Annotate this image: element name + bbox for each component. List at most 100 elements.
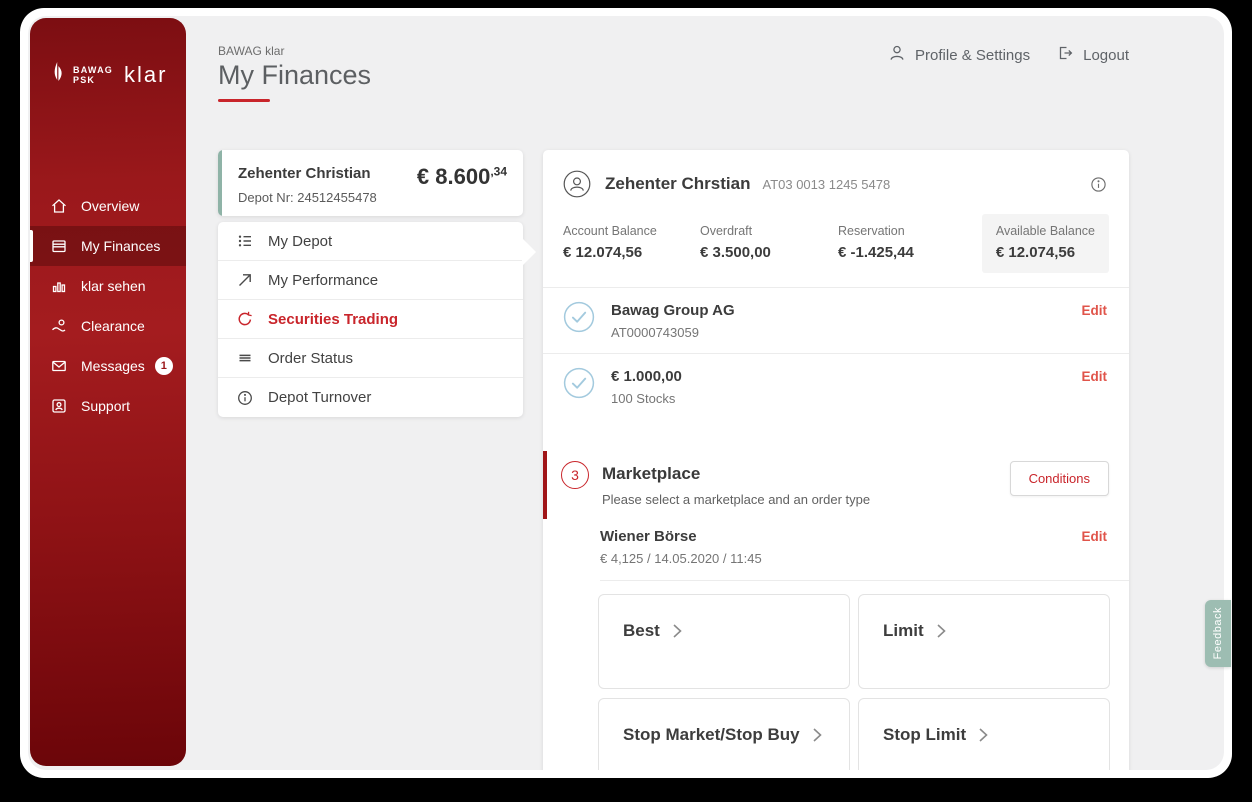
sidebar-item-label: klar sehen — [81, 278, 146, 294]
sidebar-item-clearance[interactable]: Clearance — [30, 306, 186, 346]
profile-settings-button[interactable]: Profile & Settings — [888, 44, 1030, 66]
conditions-button[interactable]: Conditions — [1009, 461, 1109, 496]
depot-number: Depot Nr: 24512455478 — [238, 190, 377, 205]
support-icon — [50, 397, 68, 415]
account-header: Zehenter Chrstian AT03 0013 1245 5478 — [543, 150, 1129, 198]
balance-overdraft: Overdraft € 3.500,00 — [700, 224, 771, 261]
menu-item-label: My Depot — [268, 232, 333, 250]
sidebar-item-label: Overview — [81, 198, 140, 214]
header-actions: Profile & Settings Logout — [888, 44, 1129, 66]
sidebar-item-label: Clearance — [81, 318, 145, 334]
divider — [600, 580, 1129, 581]
marketplace-selection-row: Wiener Börse € 4,125 / 14.05.2020 / 11:4… — [543, 515, 1129, 580]
step-title: Bawag Group AG — [611, 302, 735, 319]
page-title: My Finances — [218, 60, 372, 90]
step-row-amount: € 1.000,00 100 Stocks Edit — [543, 353, 1129, 419]
home-icon — [50, 197, 68, 215]
order-type-stop-market[interactable]: Stop Market/Stop Buy — [598, 698, 850, 770]
edit-amount-link[interactable]: Edit — [1082, 369, 1108, 384]
profile-settings-label: Profile & Settings — [915, 46, 1031, 64]
menu-item-label: Depot Turnover — [268, 389, 372, 406]
refresh-icon — [236, 310, 254, 328]
menu-item-my-depot[interactable]: My Depot — [218, 222, 523, 261]
logo-line2: PSK — [73, 75, 96, 85]
avatar-icon — [563, 170, 591, 198]
balance-reservation: Reservation € -1.425,44 — [838, 224, 914, 261]
envelope-icon — [50, 357, 68, 375]
feedback-tab[interactable]: Feedback — [1205, 600, 1231, 667]
trend-arrow-icon — [236, 271, 254, 289]
menu-item-label: Order Status — [268, 349, 354, 367]
edit-marketplace-link[interactable]: Edit — [1082, 529, 1108, 544]
menu-item-label: Securities Trading — [268, 310, 399, 328]
order-type-grid: Best Limit Stop Market/Stop Buy Stop Lim… — [598, 594, 1129, 770]
depot-balance: € 8.600,34 — [416, 164, 507, 189]
feedback-label: Feedback — [1212, 607, 1224, 660]
sidebar-item-my-finances[interactable]: My Finances — [30, 226, 186, 266]
menu-item-label: My Performance — [268, 271, 379, 289]
messages-badge: 1 — [154, 357, 173, 375]
breadcrumb: BAWAG klar — [218, 44, 285, 58]
chevron-right-icon — [813, 728, 822, 742]
sidebar-item-support[interactable]: Support — [30, 386, 186, 426]
step-subtitle: 100 Stocks — [611, 391, 676, 406]
depot-owner-name: Zehenter Christian — [238, 165, 371, 182]
account-iban: AT03 0013 1245 5478 — [762, 176, 891, 192]
balance-available: Available Balance € 12.074,56 — [981, 214, 1109, 273]
order-type-best[interactable]: Best — [598, 594, 850, 689]
balances-row: Account Balance € 12.074,56 Overdraft € … — [543, 198, 1129, 287]
logout-icon — [1056, 44, 1074, 66]
marketplace-name: Wiener Börse — [600, 528, 697, 545]
app-window: BAWAG klar My Finances Profile & Setting… — [20, 8, 1232, 778]
bar-chart-icon — [50, 277, 68, 295]
securities-trading-panel: Zehenter Chrstian AT03 0013 1245 5478 Ac… — [543, 150, 1129, 770]
check-icon — [563, 301, 595, 333]
depot-menu-card: My Depot My Performance Securities Tradi… — [218, 222, 536, 417]
info-icon — [236, 389, 254, 407]
marketplace-subtitle: Please select a marketplace and an order… — [602, 492, 871, 507]
bawag-flame-icon — [54, 62, 62, 81]
menu-item-depot-turnover[interactable]: Depot Turnover — [218, 378, 523, 417]
title-underline — [218, 99, 270, 102]
edit-security-link[interactable]: Edit — [1082, 303, 1108, 318]
logo-line1: BAWAG — [73, 65, 114, 75]
logo-product: klar — [124, 62, 168, 87]
step-number-badge: 3 — [561, 461, 589, 489]
step-subtitle: AT0000743059 — [611, 325, 699, 340]
menu-pointer-arrow — [522, 238, 536, 266]
sidebar-item-label: My Finances — [81, 238, 161, 254]
marketplace-title: Marketplace — [602, 464, 701, 483]
person-icon — [888, 44, 906, 66]
finances-icon — [50, 237, 68, 255]
logout-button[interactable]: Logout — [1056, 44, 1129, 66]
order-type-limit[interactable]: Limit — [858, 594, 1110, 689]
account-holder-name: Zehenter Chrstian — [605, 174, 751, 193]
depot-summary-card[interactable]: Zehenter Christian Depot Nr: 24512455478… — [218, 150, 523, 216]
sidebar-item-overview[interactable]: Overview — [30, 186, 186, 226]
chevron-right-icon — [979, 728, 988, 742]
sidebar-item-label: Messages — [81, 358, 145, 374]
order-type-stop-limit[interactable]: Stop Limit — [858, 698, 1110, 770]
chevron-right-icon — [673, 624, 682, 638]
menu-item-securities-trading[interactable]: Securities Trading — [218, 300, 523, 339]
content-area: BAWAG klar My Finances Profile & Setting… — [28, 16, 1224, 770]
sidebar-item-klar-sehen[interactable]: klar sehen — [30, 266, 186, 306]
bawag-psk-klar-logo: BAWAG PSK klar — [50, 60, 186, 90]
sidebar-nav: Overview My Finances klar sehen Clearanc… — [30, 186, 186, 426]
list-icon — [236, 232, 254, 250]
sidebar-item-label: Support — [81, 398, 131, 414]
chevron-right-icon — [937, 624, 946, 638]
logout-label: Logout — [1083, 46, 1129, 64]
menu-item-my-performance[interactable]: My Performance — [218, 261, 523, 300]
sidebar-item-messages[interactable]: Messages 1 — [30, 346, 186, 386]
info-icon[interactable] — [1090, 176, 1107, 193]
marketplace-section: 3 Marketplace Please select a marketplac… — [543, 451, 1129, 519]
active-step-bar — [543, 451, 547, 519]
step-row-security: Bawag Group AG AT0000743059 Edit — [543, 287, 1129, 353]
depot-balance-decimals: ,34 — [490, 164, 507, 179]
sidebar: BAWAG PSK klar Overview My Finances klar… — [30, 18, 186, 766]
clearance-icon — [50, 317, 68, 335]
menu-item-order-status[interactable]: Order Status — [218, 339, 523, 378]
marketplace-details: € 4,125 / 14.05.2020 / 11:45 — [600, 551, 762, 566]
balance-account: Account Balance € 12.074,56 — [563, 224, 657, 261]
